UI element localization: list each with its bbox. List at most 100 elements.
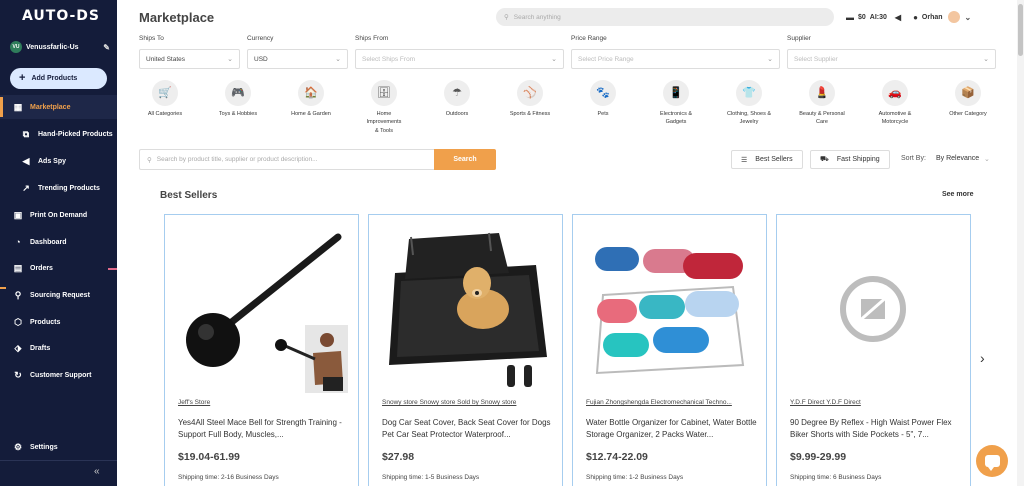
category-all[interactable]: 🛒 All Categories (130, 80, 200, 118)
account-switcher[interactable]: VU Venussfarlic-Us ✎ (10, 40, 110, 54)
product-image-bottle-organizer[interactable] (583, 225, 756, 393)
sidebar-item-trending[interactable]: ↗ Trending Products (0, 176, 117, 200)
user-name[interactable]: Orhan (922, 14, 943, 21)
fast-shipping-toggle[interactable]: ⛟ Fast Shipping (810, 150, 890, 169)
drafts-icon: ⬗ (14, 342, 22, 353)
product-image-seat-cover[interactable] (379, 225, 552, 393)
product-search-input[interactable]: ⚲ Search by product title, supplier or p… (139, 149, 434, 170)
sidebar-item-settings[interactable]: ⚙ Settings (0, 435, 117, 459)
sidebar-item-dashboard[interactable]: ◔ Dashboard (0, 230, 117, 254)
credits-label[interactable]: $0 (858, 14, 866, 21)
product-shipping-time: Shipping time: 1-2 Business Days (586, 474, 684, 481)
sidebar-item-label: Drafts (30, 344, 51, 352)
supplier-select[interactable]: Select Supplier ⌄ (787, 49, 996, 69)
product-card[interactable]: Y.D.F Direct Y.D.F Direct 90 Degree By R… (776, 214, 971, 486)
megaphone-icon[interactable]: ◀ (895, 13, 901, 22)
product-card[interactable]: Fujian Zhongshengda Electromechanical Te… (572, 214, 767, 486)
category-label: Electronics & Gadgets (659, 111, 693, 126)
category-pets[interactable]: 🐾 Pets (568, 80, 638, 118)
product-title[interactable]: 90 Degree By Reflex - High Waist Power F… (790, 417, 963, 442)
category-label: Home & Garden (291, 111, 331, 117)
product-price: $19.04-61.99 (178, 451, 240, 463)
category-label: Outdoors (445, 111, 469, 117)
sidebar-item-products[interactable]: ⬡ Products (0, 310, 117, 334)
image-placeholder-icon[interactable] (787, 225, 960, 393)
category-electronics[interactable]: 📱 Electronics & Gadgets (641, 80, 711, 127)
chevron-down-icon[interactable]: ⌄ (984, 155, 990, 163)
currency-select[interactable]: USD ⌄ (247, 49, 348, 69)
sidebar-item-customer-support[interactable]: ↻ Customer Support (0, 363, 117, 387)
ships-from-select[interactable]: Select Ships From ⌄ (355, 49, 564, 69)
filter-price-range: Price Range Select Price Range ⌄ (571, 35, 780, 69)
sidebar-item-label: Dashboard (30, 238, 67, 246)
price-range-select[interactable]: Select Price Range ⌄ (571, 49, 780, 69)
account-avatar: VU (10, 41, 22, 53)
sidebar-item-label: Orders (30, 264, 53, 272)
category-home-garden[interactable]: 🏠 Home & Garden (276, 80, 346, 118)
sidebar-item-label: Settings (30, 443, 58, 451)
user-avatar[interactable] (947, 11, 960, 23)
category-automotive[interactable]: 🚗 Automotive & Motorcycle (860, 80, 930, 127)
category-label: Beauty & Personal Care (799, 111, 845, 126)
sidebar-item-hand-picked[interactable]: ⧉ Hand-Picked Products (0, 122, 117, 146)
trend-icon: ↗ (22, 182, 30, 193)
see-more-link[interactable]: See more (942, 191, 974, 198)
category-home-improvements[interactable]: 🗄 Home Improvements & Tools (349, 80, 419, 135)
category-clothing[interactable]: 👕 Clothing, Shoes & Jewelry (714, 80, 784, 127)
product-card[interactable]: Snowy store Snowy store Sold by Snowy st… (368, 214, 563, 486)
scrollbar-thumb[interactable] (1018, 4, 1023, 56)
add-products-button[interactable]: + Add Products (10, 68, 107, 89)
app-logo[interactable]: AUTO-DS (22, 8, 100, 24)
chevron-down-icon[interactable]: ⌄ (965, 13, 972, 22)
ships-to-select[interactable]: United States ⌄ (139, 49, 240, 69)
edit-pencil-icon[interactable]: ✎ (103, 43, 110, 52)
sidebar-item-print-on-demand[interactable]: ▣ Print On Demand (0, 203, 117, 227)
product-supplier-link[interactable]: Fujian Zhongshengda Electromechanical Te… (586, 399, 761, 406)
category-beauty[interactable]: 💄 Beauty & Personal Care (787, 80, 857, 127)
sidebar-item-orders[interactable]: ▤ Orders (0, 256, 117, 280)
filter-label: Ships From (355, 35, 389, 42)
product-supplier-link[interactable]: Snowy store Snowy store Sold by Snowy st… (382, 399, 557, 406)
sidebar: AUTO-DS VU Venussfarlic-Us ✎ + Add Produ… (0, 0, 117, 486)
product-price: $9.99-29.99 (790, 451, 847, 463)
cart-icon: 🛒 (152, 80, 178, 106)
sidebar-item-ads-spy[interactable]: ◀ Ads Spy (0, 149, 117, 173)
category-label: Sports & Fitness (509, 111, 551, 117)
category-other[interactable]: 📦 Other Category (933, 80, 1003, 118)
sidebar-item-sourcing-request[interactable]: ⚲ Sourcing Request (0, 283, 117, 307)
chevron-down-icon: ⌄ (551, 56, 557, 63)
collapse-sidebar-button[interactable]: « (94, 466, 100, 477)
account-name: Venussfarlic-Us (26, 43, 79, 51)
category-outdoors[interactable]: ☂ Outdoors (422, 80, 492, 118)
chat-button[interactable] (976, 445, 1008, 477)
sidebar-item-drafts[interactable]: ⬗ Drafts (0, 336, 117, 360)
price-range-placeholder: Select Price Range (578, 55, 634, 63)
product-supplier-link[interactable]: Jeff's Store (178, 399, 353, 406)
category-sports-fitness[interactable]: ⚾ Sports & Fitness (495, 80, 565, 118)
product-title[interactable]: Dog Car Seat Cover, Back Seat Cover for … (382, 417, 555, 442)
sidebar-item-label: Print On Demand (30, 211, 88, 219)
sort-by-select[interactable]: By Relevance (936, 155, 979, 162)
notifications-icon[interactable]: ● (913, 13, 918, 22)
ai-credits-label[interactable]: AI:30 (870, 14, 887, 21)
global-search-input[interactable]: ⚲ Search anything (496, 8, 834, 26)
plus-icon: + (19, 72, 26, 84)
add-products-label: Add Products (31, 75, 78, 82)
clipboard-icon: ▤ (13, 262, 23, 273)
product-title[interactable]: Yes4All Steel Mace Bell for Strength Tra… (178, 417, 351, 442)
product-card[interactable]: Jeff's Store Yes4All Steel Mace Bell for… (164, 214, 359, 486)
product-image-mace[interactable] (175, 225, 348, 393)
supplier-placeholder: Select Supplier (794, 55, 838, 63)
filter-ships-to: Ships To United States ⌄ (139, 35, 240, 69)
sidebar-item-marketplace[interactable]: ▦ Marketplace (0, 95, 117, 119)
carousel-next-icon[interactable]: › (980, 350, 985, 366)
page-scrollbar[interactable] (1017, 0, 1024, 486)
product-supplier-link[interactable]: Y.D.F Direct Y.D.F Direct (790, 399, 965, 406)
product-title[interactable]: Water Bottle Organizer for Cabinet, Wate… (586, 417, 759, 442)
category-label: Toys & Hobbies (218, 111, 258, 117)
filter-label: Currency (247, 35, 274, 42)
best-sellers-toggle[interactable]: ☰ Best Sellers (731, 150, 803, 169)
category-toys-hobbies[interactable]: 🎮 Toys & Hobbies (203, 80, 273, 118)
search-button[interactable]: Search (434, 149, 496, 170)
chat-bubble-icon (984, 455, 1000, 471)
